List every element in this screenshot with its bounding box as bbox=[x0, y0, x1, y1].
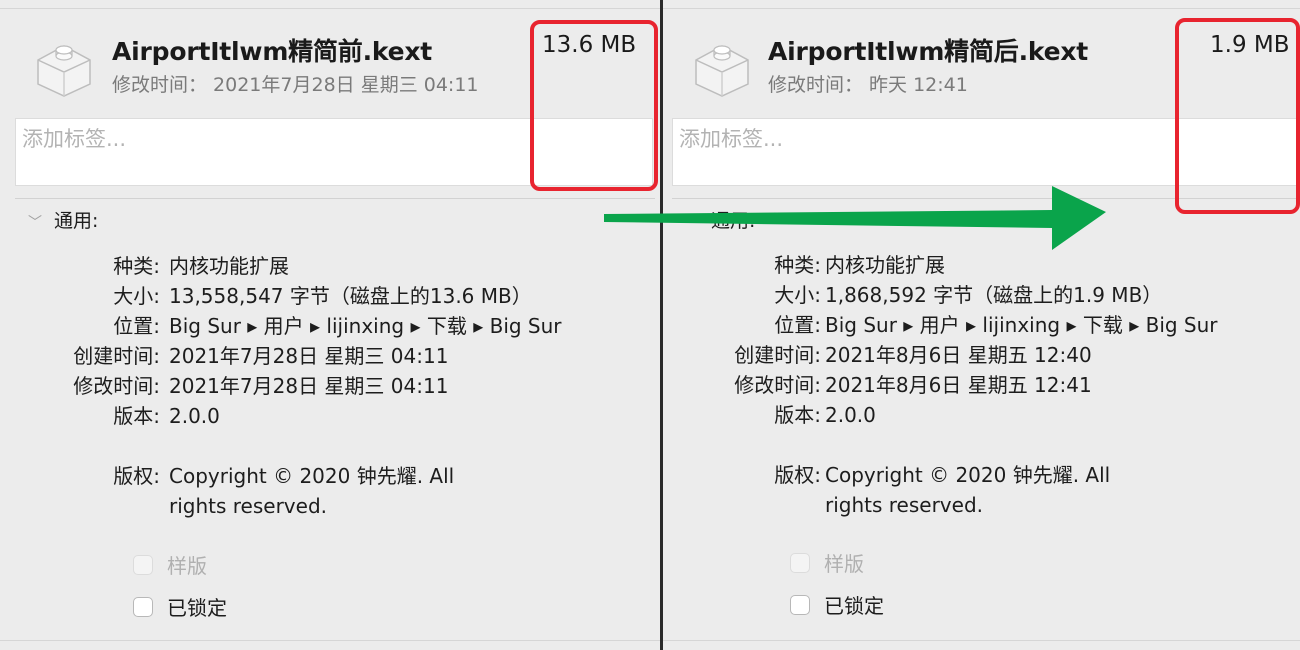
stationery-checkbox[interactable] bbox=[790, 553, 810, 573]
info-value: Big Sur ▸ 用户 ▸ lijinxing ▸ 下载 ▸ Big Sur bbox=[169, 314, 562, 338]
info-row-size: 大小: 13,558,547 字节（磁盘上的13.6 MB） bbox=[0, 281, 660, 311]
info-row-location: 位置: Big Sur ▸ 用户 ▸ lijinxing ▸ 下载 ▸ Big … bbox=[0, 311, 660, 341]
info-row-modified: 修改时间: 2021年7月28日 星期三 04:11 bbox=[0, 371, 660, 401]
info-value: 1,868,592 字节（磁盘上的1.9 MB） bbox=[825, 283, 1163, 307]
info-value: Copyright © 2020 钟先耀. All bbox=[825, 463, 1111, 487]
divider bbox=[0, 640, 660, 641]
general-section-toggle[interactable]: ﹀ 通用: bbox=[28, 206, 98, 233]
info-row-copyright: 版权: Copyright © 2020 钟先耀. All bbox=[0, 461, 660, 491]
info-row-location: 位置: Big Sur ▸ 用户 ▸ lijinxing ▸ 下载 ▸ Big … bbox=[663, 310, 1300, 340]
info-value: 内核功能扩展 bbox=[825, 253, 945, 277]
info-label: 修改时间: bbox=[734, 373, 821, 397]
info-row-kind: 种类: 内核功能扩展 bbox=[0, 251, 660, 281]
info-row-copyright-cont: rights reserved. bbox=[663, 490, 1300, 520]
kext-file-icon bbox=[695, 45, 749, 97]
kext-file-icon bbox=[37, 45, 91, 97]
info-label: 修改时间: bbox=[73, 374, 160, 398]
locked-checkbox[interactable] bbox=[790, 595, 810, 615]
info-value: 2021年8月6日 星期五 12:41 bbox=[825, 373, 1092, 397]
info-row-created: 创建时间: 2021年8月6日 星期五 12:40 bbox=[663, 340, 1300, 370]
info-row-size: 大小: 1,868,592 字节（磁盘上的1.9 MB） bbox=[663, 280, 1300, 310]
info-label: 种类: bbox=[774, 253, 821, 277]
info-label: 位置: bbox=[774, 313, 821, 337]
divider bbox=[663, 8, 1300, 9]
info-row-created: 创建时间: 2021年7月28日 星期三 04:11 bbox=[0, 341, 660, 371]
info-value: 内核功能扩展 bbox=[169, 254, 289, 278]
info-label: 创建时间: bbox=[734, 343, 821, 367]
info-value: Big Sur ▸ 用户 ▸ lijinxing ▸ 下载 ▸ Big Sur bbox=[825, 313, 1218, 337]
info-value: 2021年8月6日 星期五 12:40 bbox=[825, 343, 1092, 367]
comparison-arrow-icon bbox=[604, 186, 1106, 250]
chevron-down-icon: ﹀ bbox=[28, 215, 42, 231]
file-title: AirportItlwm精简后.kext bbox=[768, 37, 1089, 66]
info-label: 种类: bbox=[113, 254, 160, 278]
info-label: 位置: bbox=[113, 314, 160, 338]
divider bbox=[663, 640, 1300, 641]
section-title: 通用: bbox=[54, 210, 99, 232]
info-row-version: 版本: 2.0.0 bbox=[0, 401, 660, 431]
header-modified: 修改时间： 昨天 12:41 bbox=[768, 74, 968, 96]
stationery-checkbox[interactable] bbox=[133, 555, 153, 575]
info-row-version: 版本: 2.0.0 bbox=[663, 400, 1300, 430]
info-row-kind: 种类: 内核功能扩展 bbox=[663, 250, 1300, 280]
info-value: 13,558,547 字节（磁盘上的13.6 MB） bbox=[169, 284, 532, 308]
stationery-label: 样版 bbox=[824, 552, 864, 576]
size-highlight-box-before bbox=[530, 20, 658, 191]
info-label: 版权: bbox=[113, 464, 160, 488]
info-label: 版本: bbox=[774, 403, 821, 427]
locked-label: 已锁定 bbox=[167, 596, 227, 620]
info-value: 2021年7月28日 星期三 04:11 bbox=[169, 374, 449, 398]
info-label: 创建时间: bbox=[73, 344, 160, 368]
header-modified: 修改时间： 2021年7月28日 星期三 04:11 bbox=[112, 74, 479, 96]
file-title: AirportItlwm精简前.kext bbox=[112, 37, 433, 66]
info-value: 2.0.0 bbox=[169, 404, 220, 428]
size-highlight-box-after bbox=[1175, 18, 1300, 214]
info-value: rights reserved. bbox=[169, 494, 327, 518]
info-value: 2021年7月28日 星期三 04:11 bbox=[169, 344, 449, 368]
divider bbox=[15, 198, 655, 199]
info-label: 版权: bbox=[774, 463, 821, 487]
info-row-copyright-cont: rights reserved. bbox=[0, 491, 660, 521]
divider bbox=[0, 8, 660, 9]
info-value: rights reserved. bbox=[825, 493, 983, 517]
locked-label: 已锁定 bbox=[824, 594, 884, 618]
info-row-modified: 修改时间: 2021年8月6日 星期五 12:41 bbox=[663, 370, 1300, 400]
locked-checkbox[interactable] bbox=[133, 597, 153, 617]
stationery-label: 样版 bbox=[167, 554, 207, 578]
info-value: Copyright © 2020 钟先耀. All bbox=[169, 464, 455, 488]
info-label: 大小: bbox=[774, 283, 821, 307]
info-row-copyright: 版权: Copyright © 2020 钟先耀. All bbox=[663, 460, 1300, 490]
info-value: 2.0.0 bbox=[825, 403, 876, 427]
info-label: 版本: bbox=[113, 404, 160, 428]
info-label: 大小: bbox=[113, 284, 160, 308]
